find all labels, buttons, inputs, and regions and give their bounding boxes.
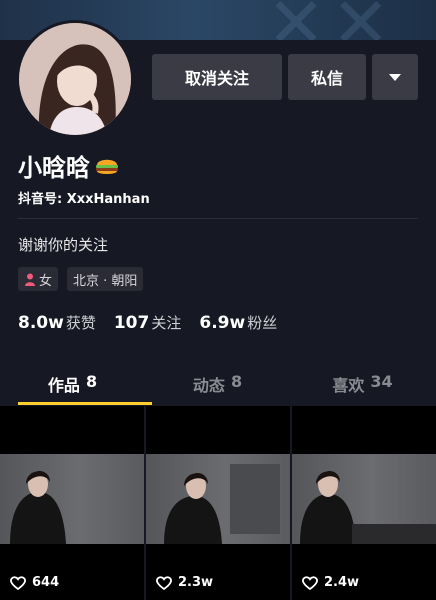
- tab-activity[interactable]: 动态 8: [145, 362, 290, 404]
- profile-stats: 8.0w 获赞 107 关注 6.9w 粉丝: [18, 312, 277, 333]
- content-tabs: 作品 8 动态 8 喜欢 34: [0, 362, 436, 404]
- video-likes: 2.3w: [156, 575, 213, 590]
- stat-following[interactable]: 107 关注: [114, 312, 182, 333]
- heart-icon: [156, 575, 172, 590]
- stat-value: 107: [113, 313, 150, 333]
- profile-bio: 谢谢你的关注: [18, 236, 109, 254]
- video-thumbnail[interactable]: 644: [0, 406, 144, 600]
- video-frame: [146, 454, 290, 544]
- location-tag: 北京 · 朝阳: [67, 267, 144, 291]
- likes-count: 644: [32, 575, 60, 590]
- avatar[interactable]: [16, 20, 134, 138]
- likes-count: 2.4w: [324, 575, 360, 590]
- tab-label: 动态: [192, 376, 225, 395]
- tab-works[interactable]: 作品 8: [0, 362, 145, 404]
- thumbnail-image: [10, 470, 66, 544]
- douyin-id: 抖音号: XxxHanhan: [18, 192, 150, 207]
- stat-value: 8.0w: [18, 313, 64, 333]
- video-thumbnail[interactable]: 2.3w: [146, 406, 290, 600]
- stat-value: 6.9w: [199, 313, 246, 333]
- divider: [18, 218, 418, 219]
- location-label: 北京 · 朝阳: [73, 273, 138, 289]
- stat-label: 关注: [151, 314, 182, 332]
- female-icon: [25, 273, 35, 286]
- tab-label: 喜欢: [332, 376, 365, 395]
- gender-label: 女: [39, 273, 53, 289]
- heart-icon: [10, 575, 26, 590]
- video-likes: 644: [10, 575, 59, 590]
- video-frame: [0, 454, 144, 544]
- video-likes: 2.4w: [302, 575, 359, 590]
- active-tab-indicator: [18, 402, 152, 405]
- likes-count: 2.3w: [178, 575, 214, 590]
- heart-icon: [302, 575, 318, 590]
- burger-icon: [96, 159, 118, 174]
- avatar-portrait: [19, 23, 131, 135]
- video-grid: 644 2.3w 2.4w: [0, 406, 436, 600]
- video-frame: [292, 454, 436, 544]
- tab-liked[interactable]: 喜欢 34: [290, 362, 435, 404]
- cover-watermark: ✕✕: [267, 0, 396, 40]
- stat-followers[interactable]: 6.9w 粉丝: [199, 312, 277, 333]
- thumbnail-image: [164, 464, 280, 544]
- tab-count: 8: [230, 372, 243, 391]
- unfollow-button[interactable]: 取消关注: [152, 54, 282, 100]
- stat-label: 获赞: [65, 314, 96, 332]
- profile-name-row: 小晗晗: [18, 148, 120, 183]
- tab-count: 8: [85, 372, 98, 391]
- tab-label: 作品: [47, 376, 80, 395]
- caret-down-icon: [389, 73, 401, 81]
- profile-name: 小晗晗: [18, 154, 90, 182]
- stat-likes[interactable]: 8.0w 获赞: [18, 312, 96, 333]
- tab-count: 34: [370, 372, 393, 391]
- thumbnail-image: [300, 470, 436, 544]
- more-button[interactable]: [372, 54, 418, 100]
- message-button[interactable]: 私信: [288, 54, 366, 100]
- video-thumbnail[interactable]: 2.4w: [292, 406, 436, 600]
- stat-label: 粉丝: [247, 314, 278, 332]
- gender-tag: 女: [18, 267, 59, 291]
